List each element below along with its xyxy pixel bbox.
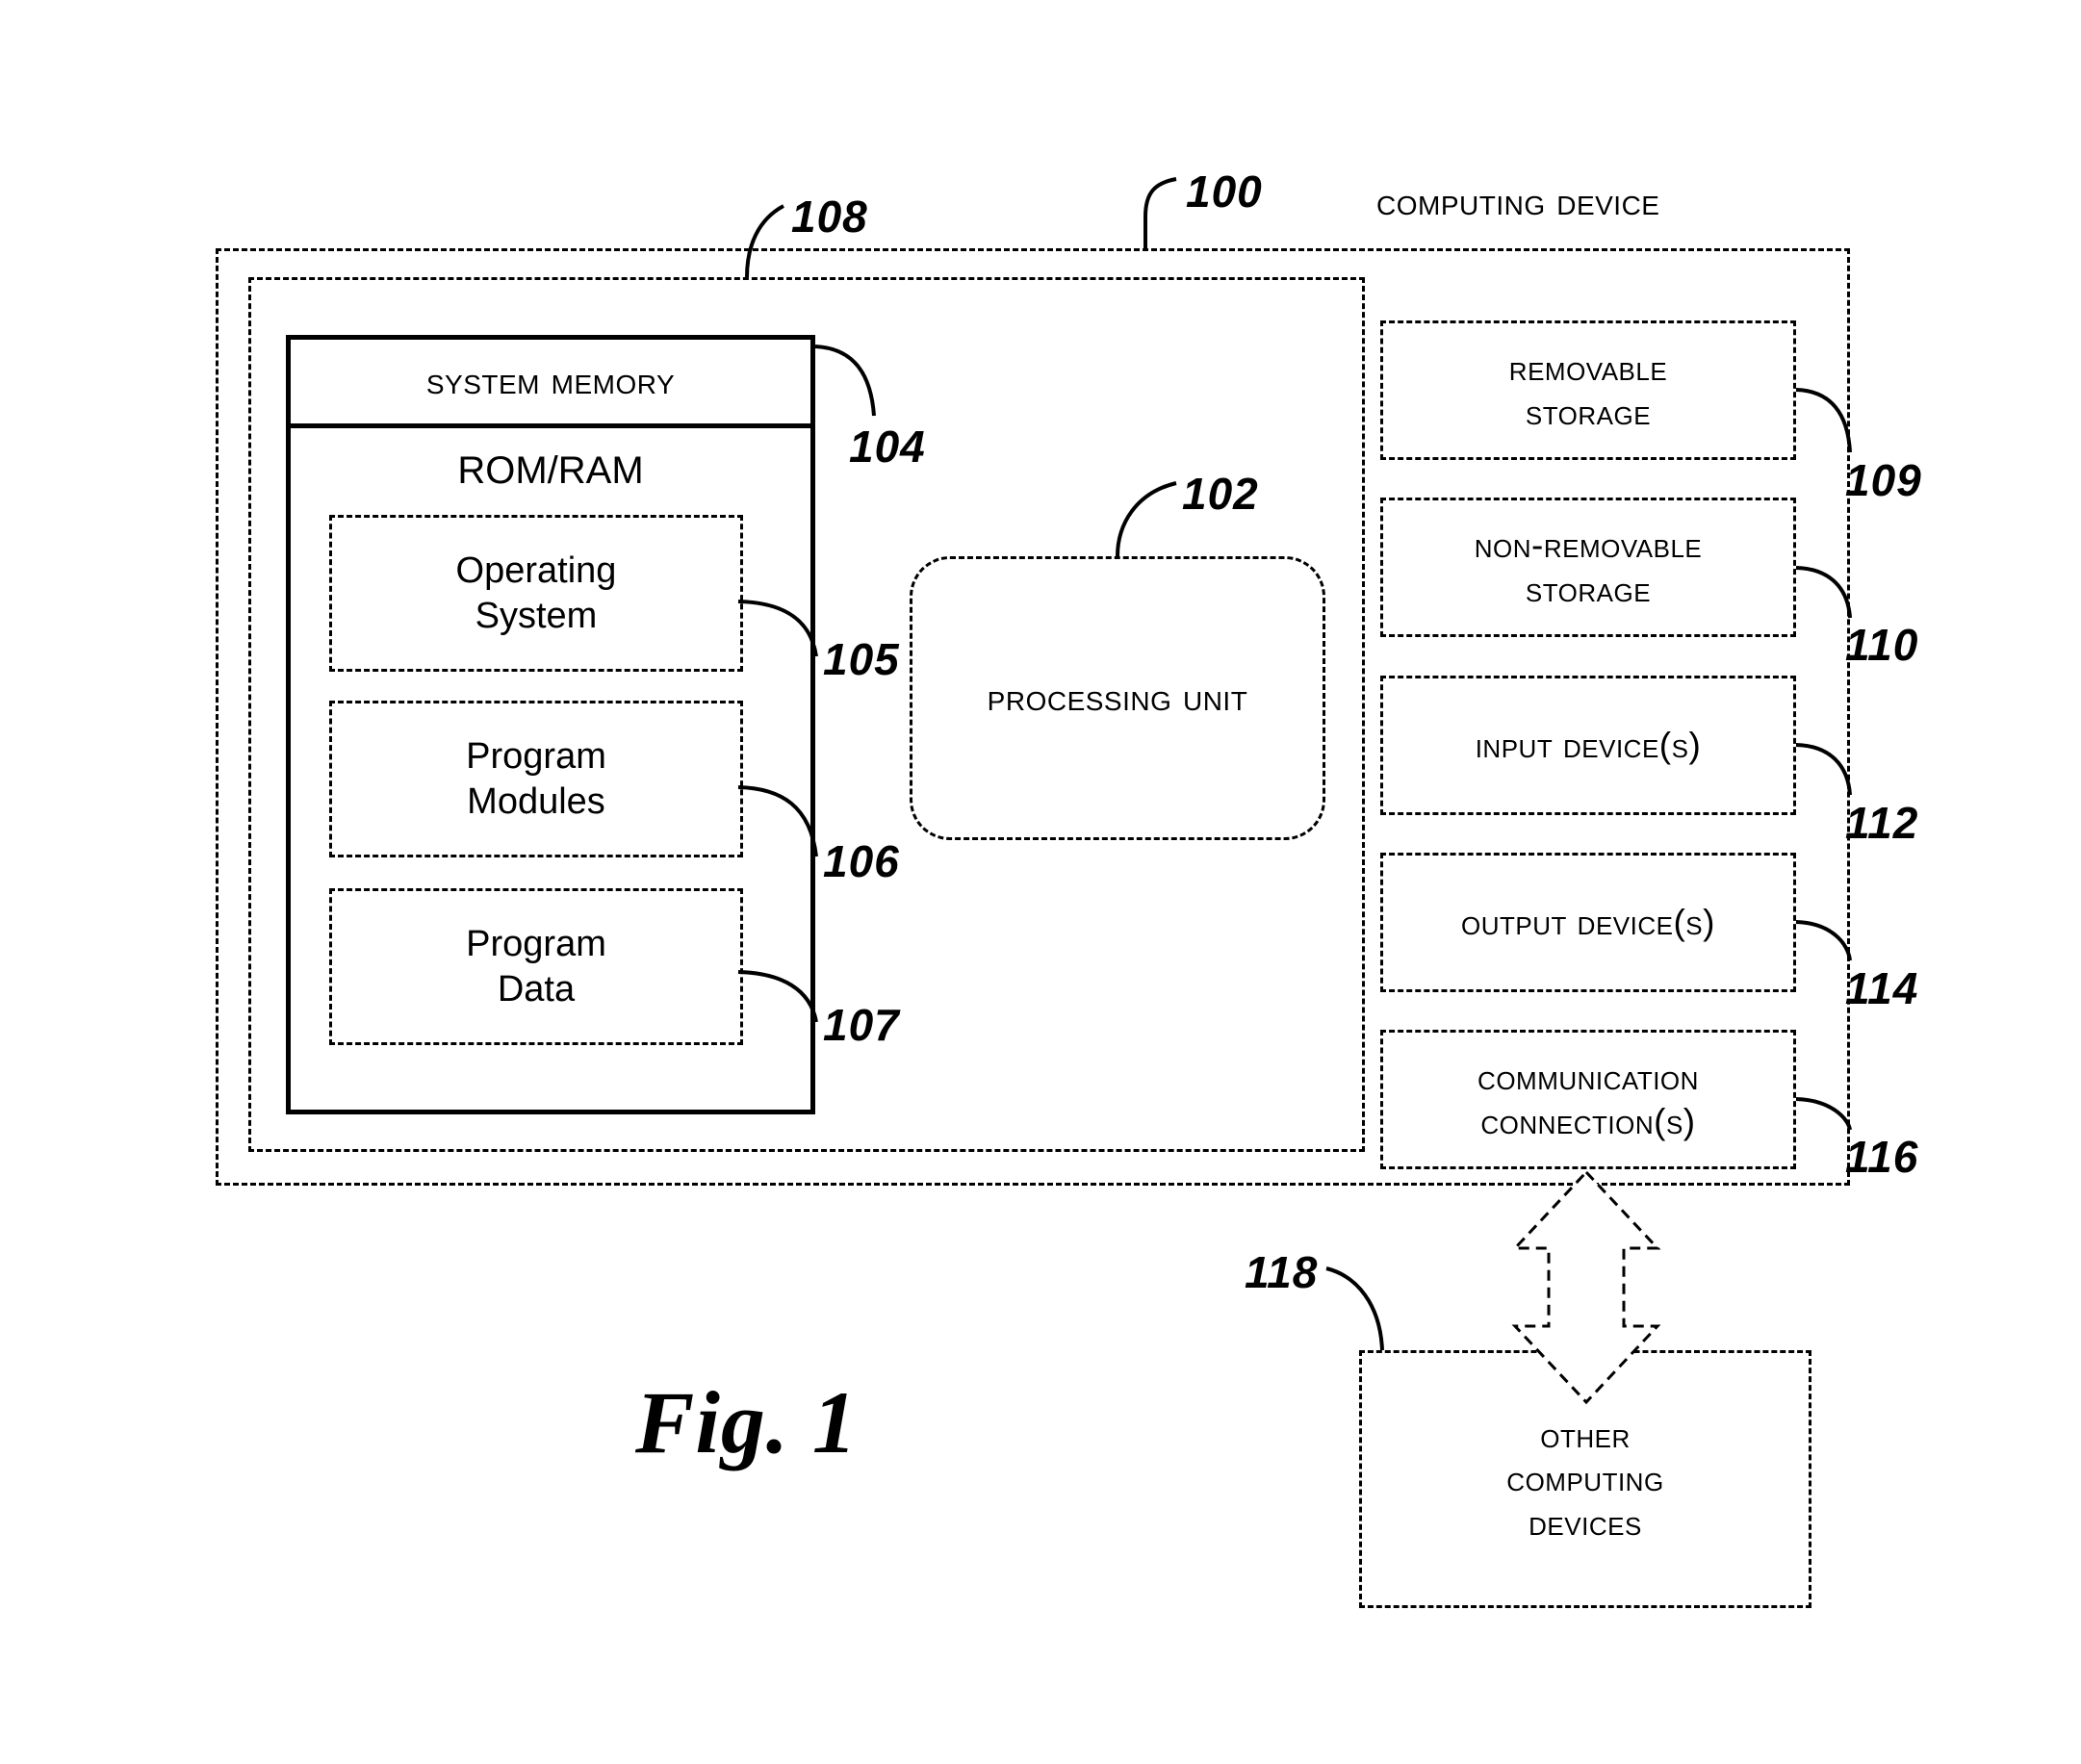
ref-118-text: 118 <box>1245 1247 1319 1297</box>
ref-116-text: 116 <box>1845 1132 1919 1182</box>
ref-107: 107 <box>823 999 900 1051</box>
other-computing-devices-line-3: Devices <box>1529 1502 1642 1543</box>
ref-108-text: 108 <box>791 192 868 242</box>
input-devices-box: Input Device(s) <box>1380 676 1796 815</box>
communication-connections-box: Communication Connection(s) <box>1380 1030 1796 1169</box>
computing-device-title: Computing Device <box>1376 178 1819 226</box>
communication-connections-line-1: Communication <box>1477 1058 1699 1098</box>
ref-100: 100 <box>1186 166 1263 217</box>
non-removable-storage-label: Non-Removable Storage <box>1475 524 1703 610</box>
program-data-line-2: Data <box>497 968 576 1010</box>
communication-connections-label: Communication Connection(s) <box>1477 1056 1699 1142</box>
ref-102-text: 102 <box>1182 469 1259 519</box>
program-data-label: Program Data <box>466 922 606 1011</box>
ref-110: 110 <box>1845 619 1918 671</box>
ref-109: 109 <box>1845 454 1922 506</box>
program-modules-box: Program Modules <box>329 701 743 857</box>
ref-116: 116 <box>1845 1131 1918 1183</box>
system-memory: System Memory ROM/RAM Operating System P… <box>286 335 815 1114</box>
communication-connections-line-2: Connection(s) <box>1480 1101 1696 1141</box>
ref-112: 112 <box>1845 797 1918 849</box>
computing-device-title-text: Computing Device <box>1376 180 1660 223</box>
operating-system-line-1: Operating <box>455 550 617 592</box>
ref-104: 104 <box>849 421 926 473</box>
program-data-line-1: Program <box>466 924 606 965</box>
non-removable-storage-line-1: Non-Removable <box>1474 525 1703 566</box>
processing-unit-label: Processing Unit <box>987 677 1248 720</box>
patent-figure-1: Computing Device System Memory ROM/RAM O… <box>0 0 2081 1764</box>
output-devices-label: Output Device(s) <box>1461 902 1715 942</box>
ref-114: 114 <box>1845 962 1918 1014</box>
ref-110-text: 110 <box>1845 620 1919 670</box>
ref-106: 106 <box>823 835 900 887</box>
ref-105-text: 105 <box>823 634 900 684</box>
ref-112-text: 112 <box>1845 798 1919 848</box>
input-devices-label: Input Device(s) <box>1475 725 1702 765</box>
program-modules-line-1: Program <box>466 736 606 778</box>
removable-storage-line-2: Storage <box>1525 392 1652 432</box>
removable-storage-label: Removable Storage <box>1509 346 1667 433</box>
removable-storage-line-1: Removable <box>1508 348 1668 389</box>
leader-line-118 <box>1325 1266 1384 1351</box>
other-computing-devices-label: Other Computing Devices <box>1506 1414 1663 1544</box>
non-removable-storage-line-2: Storage <box>1525 569 1652 609</box>
other-computing-devices-line-2: Computing <box>1506 1459 1664 1499</box>
non-removable-storage-box: Non-Removable Storage <box>1380 498 1796 637</box>
figure-caption-text: Fig. 1 <box>635 1373 858 1471</box>
other-computing-devices-line-1: Other <box>1540 1416 1631 1456</box>
ref-109-text: 109 <box>1845 455 1922 505</box>
ref-100-text: 100 <box>1186 166 1263 217</box>
program-modules-label: Program Modules <box>466 734 606 824</box>
ref-102: 102 <box>1182 468 1259 520</box>
rom-ram-text: ROM/RAM <box>457 448 644 492</box>
ref-105: 105 <box>823 633 900 685</box>
processing-unit-box: Processing Unit <box>910 556 1325 840</box>
figure-caption: Fig. 1 <box>635 1371 858 1473</box>
removable-storage-box: Removable Storage <box>1380 320 1796 460</box>
system-memory-header-text: System Memory <box>425 360 676 403</box>
ref-118: 118 <box>1245 1246 1318 1298</box>
ref-104-text: 104 <box>849 422 926 472</box>
ref-114-text: 114 <box>1845 963 1919 1013</box>
program-data-box: Program Data <box>329 888 743 1045</box>
other-computing-devices-box: Other Computing Devices <box>1359 1350 1811 1608</box>
output-devices-box: Output Device(s) <box>1380 853 1796 992</box>
leader-line-100 <box>1143 177 1177 248</box>
ref-106-text: 106 <box>823 836 900 886</box>
operating-system-line-2: System <box>475 595 598 636</box>
program-modules-line-2: Modules <box>467 780 605 822</box>
operating-system-label: Operating System <box>456 549 617 638</box>
operating-system-box: Operating System <box>329 515 743 672</box>
ref-108: 108 <box>791 191 868 243</box>
ref-107-text: 107 <box>823 1000 900 1050</box>
system-memory-header: System Memory <box>291 340 810 428</box>
rom-ram-label: ROM/RAM <box>291 432 810 509</box>
